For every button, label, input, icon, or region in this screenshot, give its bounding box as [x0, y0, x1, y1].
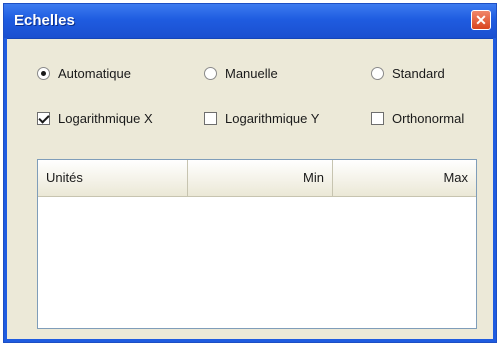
radio-manuelle-control[interactable] — [204, 67, 217, 80]
checkbox-orthonormal-control[interactable] — [371, 112, 384, 125]
table-header: Unités Min Max — [38, 160, 476, 197]
table-body[interactable] — [38, 197, 476, 328]
radio-manuelle-label: Manuelle — [225, 66, 278, 81]
radio-standard-label: Standard — [392, 66, 445, 81]
radio-automatique-control[interactable] — [37, 67, 50, 80]
column-header-max[interactable]: Max — [333, 160, 476, 196]
radio-standard[interactable]: Standard — [371, 66, 445, 81]
window-frame-left — [4, 38, 7, 342]
checkbox-logarithmique-x-control[interactable] — [37, 112, 50, 125]
close-icon: ✕ — [475, 12, 487, 28]
echelles-dialog: Echelles ✕ Automatique Manuelle Standard… — [3, 3, 497, 343]
radio-automatique-label: Automatique — [58, 66, 131, 81]
checkbox-orthonormal[interactable]: Orthonormal — [371, 111, 464, 126]
window-frame-right — [493, 38, 496, 342]
column-header-unites[interactable]: Unités — [38, 160, 188, 196]
checkbox-logarithmique-y-control[interactable] — [204, 112, 217, 125]
checkbox-logarithmique-x[interactable]: Logarithmique X — [37, 111, 153, 126]
units-table[interactable]: Unités Min Max — [37, 159, 477, 329]
checkbox-orthonormal-label: Orthonormal — [392, 111, 465, 126]
checkbox-logarithmique-x-label: Logarithmique X — [58, 111, 153, 126]
radio-automatique[interactable]: Automatique — [37, 66, 131, 81]
radio-manuelle[interactable]: Manuelle — [204, 66, 278, 81]
checkbox-logarithmique-y-label: Logarithmique Y — [225, 111, 320, 126]
window-frame-bottom — [4, 339, 496, 342]
radio-standard-control[interactable] — [371, 67, 384, 80]
checkbox-logarithmique-y[interactable]: Logarithmique Y — [204, 111, 319, 126]
close-button[interactable]: ✕ — [471, 10, 491, 30]
window-title: Echelles — [14, 12, 75, 29]
column-header-min[interactable]: Min — [188, 160, 333, 196]
title-bar[interactable]: Echelles ✕ — [4, 4, 496, 39]
